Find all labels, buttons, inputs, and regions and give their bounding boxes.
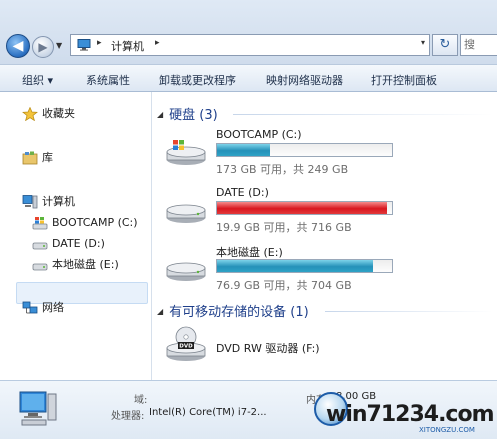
nav-label: 网络 (42, 301, 64, 314)
group-divider (233, 114, 493, 115)
group-title: 硬盘 (3) (169, 108, 218, 123)
address-dropdown-icon[interactable]: ▾ (421, 38, 425, 47)
computer-icon (77, 39, 91, 51)
watermark: win71234.com XITONGZU.COM (306, 388, 497, 439)
recent-pages-dropdown[interactable]: ▼ (56, 39, 66, 53)
group-title: 有可移动存储的设备 (1) (169, 305, 309, 320)
group-divider (325, 311, 493, 312)
back-button[interactable]: ◀ (6, 34, 30, 58)
command-bar: 组织 ▾ 系统属性 卸载或更改程序 映射网络驱动器 打开控制面板 (0, 64, 497, 92)
processor-value: Intel(R) Core(TM) i7-2... (149, 407, 267, 418)
nav-label: 本地磁盘 (E:) (52, 258, 119, 271)
collapse-triangle-icon[interactable]: ◢ (157, 110, 163, 119)
drive-usage-fill (217, 260, 373, 272)
nav-label: 库 (42, 151, 53, 164)
drive-usage-bar (216, 143, 393, 157)
forward-arrow-icon: ▶ (38, 40, 48, 54)
address-bar-area: ◀ ▶ ▼ ▸ 计算机 ▸ ▾ ↻ 搜 (0, 0, 497, 64)
group-header-removable[interactable]: ◢ 有可移动存储的设备 (1) (157, 301, 309, 321)
network-icon (22, 301, 38, 314)
breadcrumb-separator[interactable]: ▸ (97, 38, 102, 48)
drive-size-text: 19.9 GB 可用，共 716 GB (216, 221, 352, 234)
drive-usage-fill (217, 202, 388, 214)
drive-name: BOOTCAMP (C:) (216, 128, 302, 141)
library-icon (22, 151, 38, 165)
group-header-hard-disks[interactable]: ◢ 硬盘 (3) (157, 104, 218, 124)
nav-label: 计算机 (42, 195, 75, 208)
drive-name: DATE (D:) (216, 186, 269, 199)
breadcrumb-separator[interactable]: ▸ (155, 38, 160, 48)
drive-usage-fill (217, 144, 271, 156)
hard-drive-icon (32, 263, 48, 271)
breadcrumb-computer[interactable]: 计算机 (111, 38, 144, 54)
windows-drive-icon (166, 140, 206, 165)
drive-item-d[interactable]: DATE (D:) 19.9 GB 可用，共 716 GB (153, 186, 497, 234)
nav-label: BOOTCAMP (C:) (52, 216, 138, 229)
windows-drive-icon (32, 217, 48, 230)
drive-item-c[interactable]: BOOTCAMP (C:) 173 GB 可用，共 249 GB (153, 128, 497, 176)
navigation-pane: 收藏夹 库 计算机 BOOTCAMP (C:) DATE (D:) 本地磁盘 (… (0, 92, 152, 380)
hard-drive-icon (32, 242, 48, 250)
star-icon (22, 107, 38, 121)
nav-label: 收藏夹 (42, 107, 75, 120)
drive-name: DVD RW 驱动器 (F:) (216, 342, 320, 355)
organize-button[interactable]: 组织 ▾ (22, 72, 53, 88)
drive-item-dvd[interactable]: DVD DVD RW 驱动器 (F:) (153, 326, 497, 374)
drive-size-text: 76.9 GB 可用，共 704 GB (216, 279, 352, 292)
forward-button[interactable]: ▶ (32, 36, 54, 58)
hard-drive-icon (166, 204, 206, 223)
refresh-icon: ↻ (439, 37, 451, 52)
refresh-button[interactable]: ↻ (432, 34, 458, 56)
collapse-triangle-icon[interactable]: ◢ (157, 307, 163, 316)
drive-usage-bar (216, 259, 393, 273)
system-properties-button[interactable]: 系统属性 (86, 72, 130, 88)
watermark-text: win71234.com (326, 402, 495, 427)
computer-icon (22, 195, 38, 209)
address-input[interactable]: ▸ 计算机 ▸ ▾ (70, 34, 430, 56)
computer-icon (19, 391, 57, 426)
open-control-panel-button[interactable]: 打开控制面板 (371, 72, 437, 88)
drive-item-e[interactable]: 本地磁盘 (E:) 76.9 GB 可用，共 704 GB (153, 244, 497, 292)
processor-label: 处理器: (111, 411, 145, 422)
uninstall-program-button[interactable]: 卸载或更改程序 (159, 72, 236, 88)
search-input[interactable]: 搜 (460, 34, 497, 56)
dvd-label: DVD (179, 344, 193, 350)
drive-name: 本地磁盘 (E:) (216, 246, 283, 259)
drive-size-text: 173 GB 可用，共 249 GB (216, 163, 349, 176)
nav-label: DATE (D:) (52, 237, 105, 250)
back-arrow-icon: ◀ (12, 38, 24, 54)
domain-label: 域: (134, 395, 148, 406)
dvd-drive-icon: DVD (166, 326, 206, 361)
hard-drive-icon (166, 262, 206, 281)
watermark-subtext: XITONGZU.COM (419, 426, 475, 434)
content-pane: ◢ 硬盘 (3) BOOTCAMP (C:) 173 GB 可用，共 249 GB… (153, 92, 497, 380)
drive-usage-bar (216, 201, 393, 215)
map-network-drive-button[interactable]: 映射网络驱动器 (266, 72, 343, 88)
